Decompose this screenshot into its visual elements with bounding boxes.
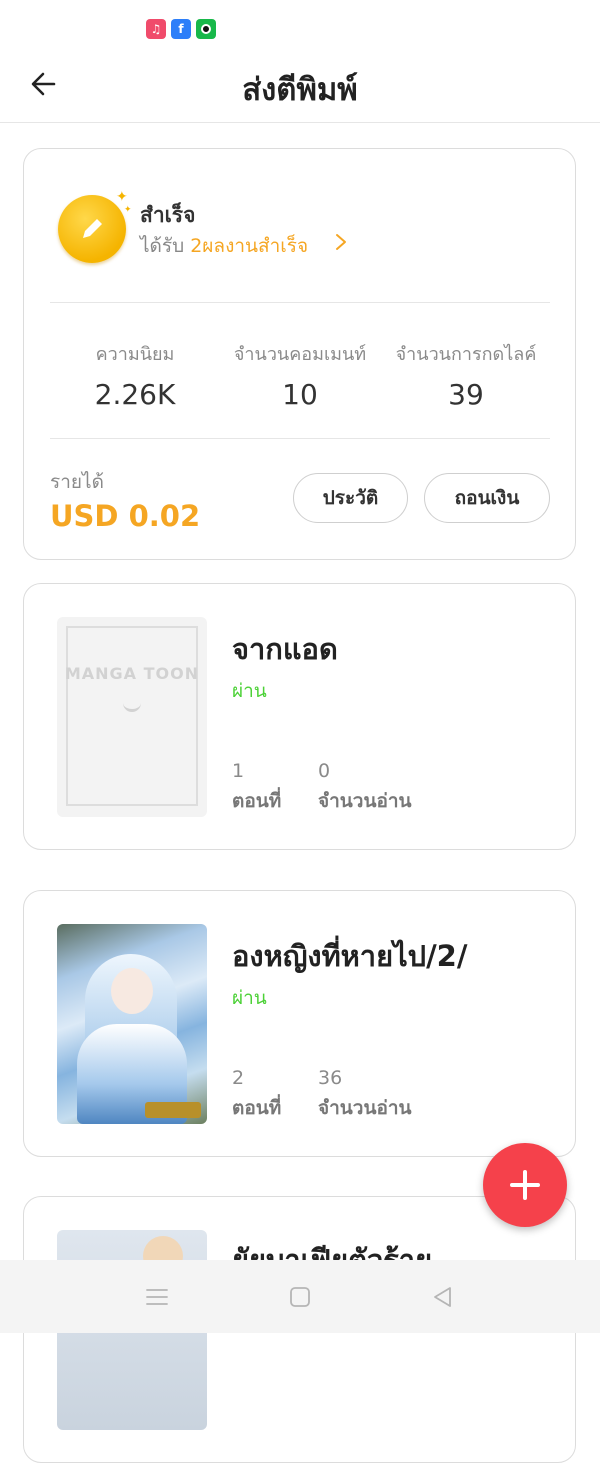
reads-stat: 36 จำนวนอ่าน xyxy=(318,1067,412,1123)
add-work-button[interactable] xyxy=(483,1143,567,1227)
reads-label: จำนวนอ่าน xyxy=(318,790,412,812)
status-bar: ♫ f xyxy=(0,0,600,56)
reads-stat: 0 จำนวนอ่าน xyxy=(318,760,412,816)
episodes-count: 1 xyxy=(232,760,245,782)
stat-value: 39 xyxy=(448,378,484,411)
top-bar: ส่งตีพิมพ์ xyxy=(0,56,600,123)
mangatoon-logo: MANGA TOON xyxy=(64,664,200,683)
episodes-label: ตอนที่ xyxy=(232,1097,282,1119)
stat-label: ความนิยม xyxy=(95,344,175,365)
stat-popularity: ความนิยม 2.26K xyxy=(50,339,220,411)
sparkle-icon: ✦ xyxy=(124,205,132,215)
achievement-title: สำเร็จ xyxy=(140,203,196,227)
sparkle-icon: ✦ xyxy=(116,189,128,205)
stats-card: ✦ ✦ สำเร็จ ได้รับ 2ผลงานสำเร็จ ความนิยม … xyxy=(23,148,576,560)
work-title: องหญิงที่หายไป/2/ xyxy=(232,939,468,973)
spotify-app-icon xyxy=(196,19,216,39)
facebook-app-icon: f xyxy=(171,19,191,39)
menu-icon[interactable] xyxy=(144,1284,170,1310)
work-title: จากแอด xyxy=(232,632,338,666)
withdraw-button[interactable]: ถอนเงิน xyxy=(424,473,550,523)
episodes-stat: 1 ตอนที่ xyxy=(232,760,281,816)
stat-value: 2.26K xyxy=(94,378,176,411)
work-card[interactable]: องหญิงที่หายไป/2/ ผ่าน 2 ตอนที่ 36 จำนวน… xyxy=(23,890,576,1157)
work-status: ผ่าน xyxy=(232,680,267,702)
reads-count: 0 xyxy=(318,760,331,782)
pencil-icon xyxy=(83,219,102,238)
page-title: ส่งตีพิมพ์ xyxy=(242,72,358,108)
work-status: ผ่าน xyxy=(232,987,267,1009)
reads-count: 36 xyxy=(318,1067,343,1089)
home-icon[interactable] xyxy=(287,1284,313,1310)
cover-placeholder-image: MANGA TOON xyxy=(57,617,207,817)
divider xyxy=(50,302,550,303)
stat-value: 10 xyxy=(282,378,318,411)
plus-icon xyxy=(510,1170,540,1200)
income-label: รายได้ xyxy=(50,471,104,493)
episodes-stat: 2 ตอนที่ xyxy=(232,1067,281,1123)
divider xyxy=(50,438,550,439)
cover-image xyxy=(57,924,207,1124)
work-card[interactable]: MANGA TOON จากแอด ผ่าน 1 ตอนที่ 0 จำนวนอ… xyxy=(23,583,576,850)
chevron-right-icon[interactable] xyxy=(334,233,348,251)
episodes-count: 2 xyxy=(232,1067,245,1089)
stat-likes: จำนวนการกดไลค์ 39 xyxy=(381,339,551,411)
achievement-count: 2ผลงานสำเร็จ xyxy=(190,235,309,257)
achievement-link[interactable]: ได้รับ 2ผลงานสำเร็จ xyxy=(140,231,308,261)
stat-comments: จำนวนคอมเมนท์ 10 xyxy=(215,339,385,411)
system-nav-bar xyxy=(0,1260,600,1333)
achievement-subtitle-prefix: ได้รับ xyxy=(140,235,191,257)
history-button[interactable]: ประวัติ xyxy=(293,473,408,523)
notification-icons: ♫ f xyxy=(146,19,216,39)
music-app-icon: ♫ xyxy=(146,19,166,39)
stat-label: จำนวนการกดไลค์ xyxy=(395,344,537,365)
back-nav-icon[interactable] xyxy=(430,1284,456,1310)
income-value: USD 0.02 xyxy=(50,499,201,533)
episodes-label: ตอนที่ xyxy=(232,790,282,812)
stat-label: จำนวนคอมเมนท์ xyxy=(233,344,367,365)
reads-label: จำนวนอ่าน xyxy=(318,1097,412,1119)
achievement-badge-icon xyxy=(58,195,126,263)
